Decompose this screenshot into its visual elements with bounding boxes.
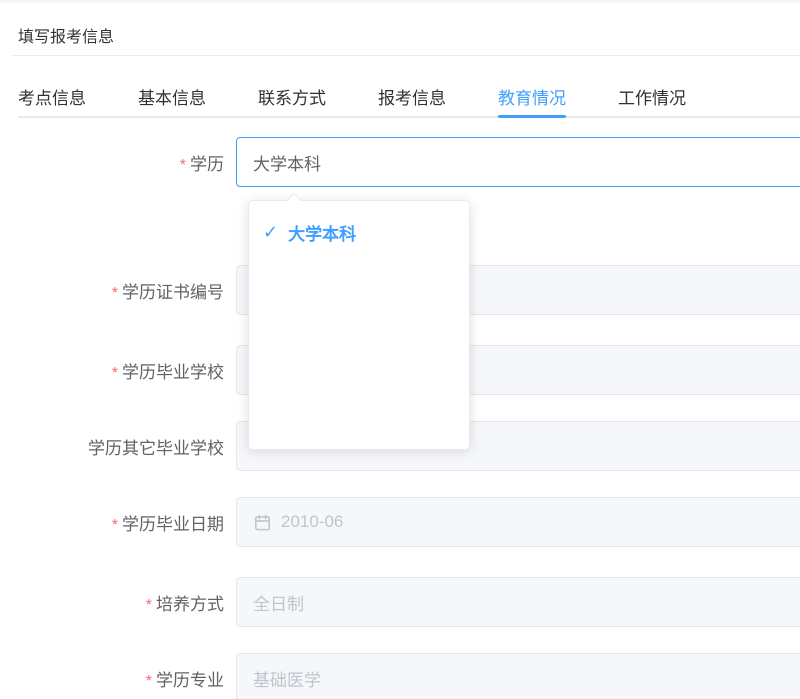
tab-label: 工作情况 xyxy=(618,84,686,109)
check-icon: ✓ xyxy=(263,223,278,241)
input-value: 全日制 xyxy=(253,590,304,615)
education-level-select[interactable]: 大学本科 xyxy=(236,137,800,187)
field-label: *学历证书编号 xyxy=(0,278,236,303)
field-label-text: 学历专业 xyxy=(156,671,224,690)
tab-label: 考点信息 xyxy=(18,84,86,109)
training-mode-input[interactable]: 全日制 xyxy=(236,577,800,627)
field-label-text: 培养方式 xyxy=(156,595,224,614)
field-education-level: *学历 大学本科 xyxy=(0,137,800,187)
field-label-text: 学历 xyxy=(190,155,224,174)
field-label-text: 学历毕业日期 xyxy=(122,515,224,534)
tab-label: 基本信息 xyxy=(138,84,206,109)
required-asterisk: * xyxy=(146,673,152,690)
field-label: *学历毕业学校 xyxy=(0,358,236,383)
title-divider xyxy=(12,55,800,56)
top-edge-band xyxy=(0,0,800,3)
tab-label: 教育情况 xyxy=(498,84,566,109)
field-label-text: 学历毕业学校 xyxy=(122,363,224,382)
education-level-dropdown: ✓ 大学本科 xyxy=(248,200,470,450)
input-value: 2010-06 xyxy=(281,512,343,532)
required-asterisk: * xyxy=(146,597,152,614)
tab-exam-site-info[interactable]: 考点信息 xyxy=(18,76,86,116)
registration-form-page: 填写报考信息 考点信息 基本信息 联系方式 报考信息 教育情况 工作情况 *学历… xyxy=(0,0,800,699)
input-value: 大学本科 xyxy=(253,150,321,175)
tab-application-info[interactable]: 报考信息 xyxy=(378,76,446,116)
option-label: 大学本科 xyxy=(288,220,356,245)
input-value: 基础医学 xyxy=(253,666,321,691)
field-label: *学历 xyxy=(0,150,236,175)
tab-work-info[interactable]: 工作情况 xyxy=(618,76,686,116)
field-label-text: 学历证书编号 xyxy=(122,283,224,302)
dropdown-option-bachelor[interactable]: ✓ 大学本科 xyxy=(249,213,469,251)
dropdown-arrow xyxy=(287,193,301,207)
field-label-text: 学历其它毕业学校 xyxy=(88,439,224,458)
tab-label: 联系方式 xyxy=(258,84,326,109)
tab-education-info[interactable]: 教育情况 xyxy=(498,76,566,116)
field-label: *培养方式 xyxy=(0,590,236,615)
required-asterisk: * xyxy=(112,365,118,382)
field-label: *学历毕业日期 xyxy=(0,510,236,535)
tab-bar: 考点信息 基本信息 联系方式 报考信息 教育情况 工作情况 xyxy=(18,76,800,118)
tab-contact-info[interactable]: 联系方式 xyxy=(258,76,326,116)
graduation-date-input[interactable]: 2010-06 xyxy=(236,497,800,547)
tab-label: 报考信息 xyxy=(378,84,446,109)
field-training-mode: *培养方式 全日制 xyxy=(0,577,800,627)
tab-basic-info[interactable]: 基本信息 xyxy=(138,76,206,116)
field-label: 学历其它毕业学校 xyxy=(0,434,236,459)
required-asterisk: * xyxy=(112,517,118,534)
field-label: *学历专业 xyxy=(0,666,236,691)
field-graduation-date: *学历毕业日期 2010-06 xyxy=(0,497,800,547)
major-input[interactable]: 基础医学 xyxy=(236,653,800,699)
required-asterisk: * xyxy=(180,157,186,174)
field-major: *学历专业 基础医学 xyxy=(0,653,800,699)
calendar-icon xyxy=(253,513,272,532)
page-title: 填写报考信息 xyxy=(18,23,114,47)
required-asterisk: * xyxy=(112,285,118,302)
